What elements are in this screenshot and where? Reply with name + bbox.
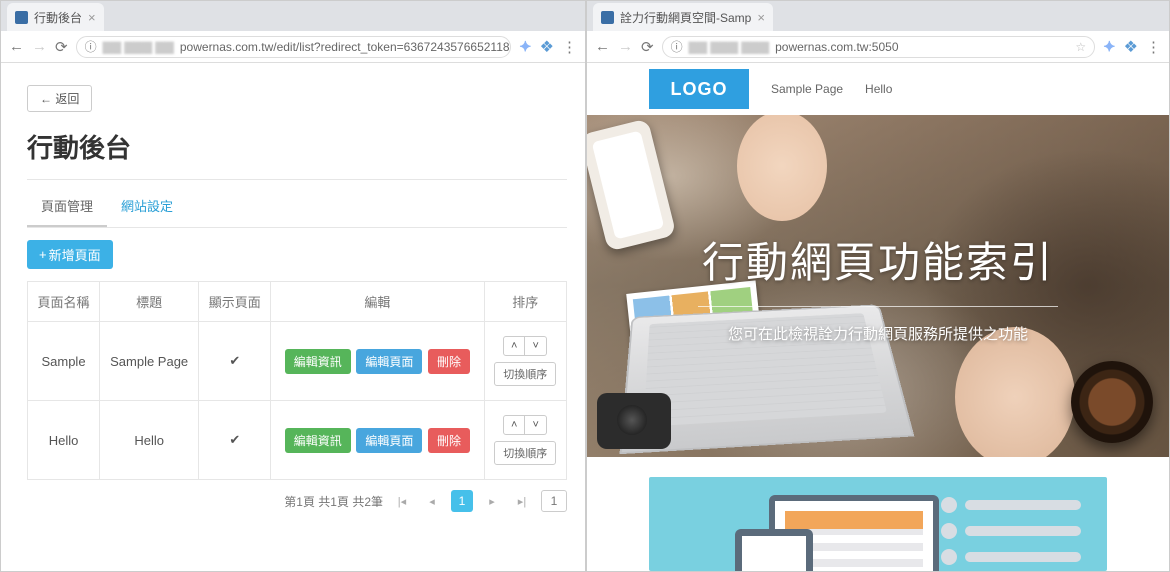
sort-down-button[interactable]: ˅ — [525, 415, 547, 435]
site-preview: LOGO Sample Page Hello 行動網頁功能索引 您可在此檢視詮力… — [587, 63, 1169, 571]
tab-close-icon[interactable]: × — [757, 10, 765, 25]
extension-icon-2[interactable]: ❖ — [540, 37, 554, 57]
col-edit: 編輯 — [271, 282, 484, 322]
cell-name: Hello — [28, 401, 100, 480]
menu-icon[interactable]: ⋮ — [562, 38, 577, 56]
delete-button[interactable]: 刪除 — [428, 349, 470, 374]
hero-subtitle: 您可在此檢視詮力行動網頁服務所提供之功能 — [728, 323, 1028, 344]
nav-sample[interactable]: Sample Page — [771, 82, 843, 96]
address-bar: ← → ⟳ ⓘ ▇▇ ▇▇▇ ▇▇ powernas.com.tw/edit/l… — [1, 31, 585, 63]
tab-pages[interactable]: 頁面管理 — [27, 186, 107, 227]
bookmark-icon[interactable]: ☆ — [1075, 40, 1086, 54]
add-page-button[interactable]: + 新增頁面 — [27, 240, 113, 269]
nav-hello[interactable]: Hello — [865, 82, 892, 96]
back-button[interactable]: ← 返回 — [27, 85, 92, 112]
edit-info-button[interactable]: 編輯資訊 — [285, 349, 351, 374]
tab-strip: 詮力行動網頁空間-Samp × ◯ — □ × — [587, 1, 1169, 31]
url-blur: ▇▇ ▇▇▇ ▇▇ — [103, 40, 174, 54]
pager-first-icon[interactable]: |◂ — [391, 490, 413, 512]
pagination: 第1頁 共1頁 共2筆 |◂ ◂ 1 ▸ ▸| 1 — [27, 490, 567, 512]
menu-icon[interactable]: ⋮ — [1146, 38, 1161, 56]
extension-icon-2[interactable]: ❖ — [1124, 37, 1138, 57]
forward-icon[interactable]: → — [32, 38, 47, 55]
hero-title: 行動網頁功能索引 — [702, 229, 1054, 290]
url-text: powernas.com.tw:5050 — [775, 40, 898, 54]
edit-page-button[interactable]: 編輯頁面 — [356, 428, 422, 453]
add-page-label: 新增頁面 — [49, 245, 101, 264]
browser-tab[interactable]: 行動後台 × — [7, 3, 104, 31]
forward-icon[interactable]: → — [618, 38, 633, 55]
edit-page-button[interactable]: 編輯頁面 — [356, 349, 422, 374]
table-row: Hello Hello ✔ 編輯資訊 編輯頁面 刪除 ˄ ˅ — [28, 401, 567, 480]
cell-sort: ˄ ˅ 切換順序 — [484, 401, 566, 480]
cell-title: Sample Page — [100, 322, 199, 401]
browser-window-right: 詮力行動網頁空間-Samp × ◯ — □ × ← → ⟳ ⓘ ▇▇ ▇▇▇ ▇… — [586, 0, 1170, 572]
teaser-list-graphic — [941, 497, 1081, 571]
extension-icon-1[interactable]: ⯌ — [519, 38, 531, 56]
col-show: 顯示頁面 — [199, 282, 271, 322]
teaser-card — [649, 477, 1107, 571]
cell-show: ✔ — [199, 322, 271, 401]
url-field[interactable]: ⓘ ▇▇ ▇▇▇ ▇▇▇ powernas.com.tw:5050 ☆ — [662, 36, 1096, 58]
tab-title: 行動後台 — [34, 9, 82, 26]
favicon-icon — [601, 11, 614, 24]
cell-sort: ˄ ˅ 切換順序 — [484, 322, 566, 401]
edit-info-button[interactable]: 編輯資訊 — [285, 428, 351, 453]
tab-title: 詮力行動網頁空間-Samp — [620, 9, 751, 26]
sort-switch-button[interactable]: 切換順序 — [494, 441, 556, 465]
page-title: 行動後台 — [27, 128, 567, 165]
pager-summary: 第1頁 共1頁 共2筆 — [284, 493, 383, 510]
cell-name: Sample — [28, 322, 100, 401]
url-text: powernas.com.tw/edit/list?redirect_token… — [180, 40, 511, 54]
tab-strip: 行動後台 × ◯ — □ × — [1, 1, 585, 31]
sort-down-button[interactable]: ˅ — [525, 336, 547, 356]
hero-section: 行動網頁功能索引 您可在此檢視詮力行動網頁服務所提供之功能 — [587, 115, 1169, 457]
site-info-icon[interactable]: ⓘ — [85, 38, 97, 55]
address-bar: ← → ⟳ ⓘ ▇▇ ▇▇▇ ▇▇▇ powernas.com.tw:5050 … — [587, 31, 1169, 63]
back-icon[interactable]: ← — [9, 38, 24, 55]
browser-tab[interactable]: 詮力行動網頁空間-Samp × — [593, 3, 773, 31]
table-row: Sample Sample Page ✔ 編輯資訊 編輯頁面 刪除 ˄ ˅ — [28, 322, 567, 401]
col-name: 頁面名稱 — [28, 282, 100, 322]
browser-window-left: 行動後台 × ◯ — □ × ← → ⟳ ⓘ ▇▇ ▇▇▇ ▇▇ powerna… — [0, 0, 586, 572]
tab-settings[interactable]: 網站設定 — [107, 186, 187, 227]
cell-title: Hello — [100, 401, 199, 480]
site-header: LOGO Sample Page Hello — [587, 63, 1169, 115]
pages-table: 頁面名稱 標題 顯示頁面 編輯 排序 Sample Sample Page ✔ … — [27, 281, 567, 480]
tab-close-icon[interactable]: × — [88, 10, 96, 25]
plus-icon: + — [39, 247, 47, 262]
col-sort: 排序 — [484, 282, 566, 322]
sort-up-button[interactable]: ˄ — [503, 336, 525, 356]
favicon-icon — [15, 11, 28, 24]
url-blur: ▇▇ ▇▇▇ ▇▇▇ — [689, 40, 770, 54]
teaser-section — [587, 457, 1169, 571]
hero-divider — [698, 306, 1058, 307]
sort-switch-button[interactable]: 切換順序 — [494, 362, 556, 386]
pager-current[interactable]: 1 — [451, 490, 473, 512]
delete-button[interactable]: 刪除 — [428, 428, 470, 453]
extension-icon-1[interactable]: ⯌ — [1103, 38, 1115, 56]
pager-prev-icon[interactable]: ◂ — [421, 490, 443, 512]
logo[interactable]: LOGO — [649, 69, 749, 109]
pager-goto-input[interactable]: 1 — [541, 490, 567, 512]
reload-icon[interactable]: ⟳ — [641, 38, 654, 56]
reload-icon[interactable]: ⟳ — [55, 38, 68, 56]
pager-next-icon[interactable]: ▸ — [481, 490, 503, 512]
admin-page: ← 返回 行動後台 頁面管理 網站設定 + 新增頁面 頁面名稱 標題 顯示頁面 … — [1, 63, 585, 571]
site-info-icon[interactable]: ⓘ — [671, 38, 683, 55]
admin-tabs: 頁面管理 網站設定 — [27, 186, 567, 228]
url-field[interactable]: ⓘ ▇▇ ▇▇▇ ▇▇ powernas.com.tw/edit/list?re… — [76, 36, 512, 58]
pager-last-icon[interactable]: ▸| — [511, 490, 533, 512]
sort-up-button[interactable]: ˄ — [503, 415, 525, 435]
teaser-tablet-graphic — [735, 529, 813, 571]
cell-edit: 編輯資訊 編輯頁面 刪除 — [271, 322, 484, 401]
col-title: 標題 — [100, 282, 199, 322]
cell-show: ✔ — [199, 401, 271, 480]
cell-edit: 編輯資訊 編輯頁面 刪除 — [271, 401, 484, 480]
back-icon[interactable]: ← — [595, 38, 610, 55]
